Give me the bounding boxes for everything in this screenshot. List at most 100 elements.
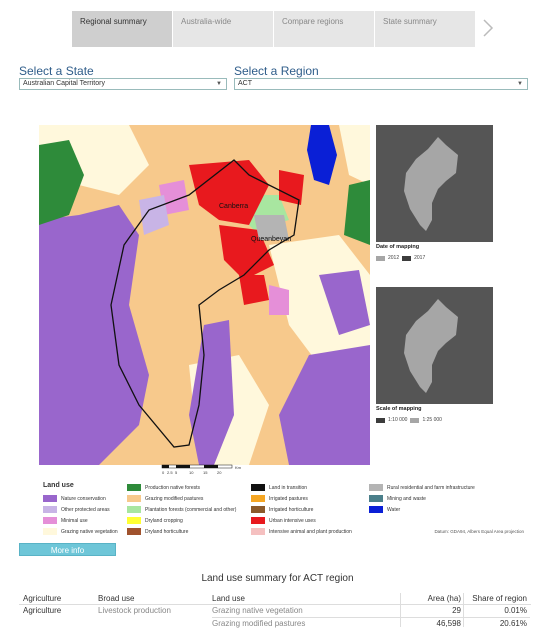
legend-swatch: [43, 495, 57, 502]
scale-of-mapping-legend: 1:10 000 1:25 000: [376, 417, 442, 423]
legend-swatch: [127, 506, 141, 513]
legend-swatch: [251, 517, 265, 524]
legend-title: Land use: [43, 482, 74, 489]
legend-label: Water: [387, 506, 401, 513]
legend-item: Mining and waste: [369, 495, 426, 502]
header-divider: [19, 604, 531, 605]
legend-swatch: [127, 528, 141, 535]
legend-label: Intensive animal and plant production: [269, 528, 352, 535]
scale-tick: 20: [217, 470, 222, 475]
legend-swatch: [127, 484, 141, 491]
legend-swatch: [402, 255, 412, 261]
legend-swatch: [251, 495, 265, 502]
dropdown-arrow-icon: ▼: [517, 81, 523, 87]
legend-swatch: [251, 484, 265, 491]
date-of-mapping-inset: [376, 125, 493, 242]
legend-label: Other protected areas: [61, 506, 110, 513]
legend-swatch: [43, 528, 57, 535]
legend-item: Intensive animal and plant production: [251, 528, 352, 535]
region-select-label: Select a Region: [234, 64, 319, 78]
row-land-use: Grazing native vegetation: [212, 606, 303, 615]
tab-compare-regions[interactable]: Compare regions: [274, 11, 375, 47]
row-share: 0.01%: [504, 606, 527, 615]
legend-item: Land in transition: [251, 484, 307, 491]
legend-item: Dryland horticulture: [127, 528, 188, 535]
legend-label: Dryland horticulture: [145, 528, 189, 535]
state-select-value: Australian Capital Territory: [23, 80, 105, 87]
land-use-map[interactable]: Canberra Queanbeyan: [39, 125, 370, 465]
legend-label: Dryland cropping: [145, 517, 183, 524]
land-use-legend: Land use Nature conservation Other protec…: [39, 478, 530, 538]
legend-swatch: [127, 517, 141, 524]
date-of-mapping-legend: 2012 2017: [376, 255, 425, 261]
map-datum-note: Datum: GDA94, Albers Equal Area projecti…: [434, 529, 524, 534]
legend-item: Urban intensive uses: [251, 517, 316, 524]
column-header-agriculture: Agriculture: [23, 594, 62, 603]
date-of-mapping-title: Date of mapping: [376, 244, 420, 250]
legend-swatch: [43, 517, 57, 524]
legend-swatch: [251, 506, 265, 513]
dashboard-tabs: Regional summary Australia-wide Compare …: [72, 11, 476, 47]
legend-label: Land in transition: [269, 484, 308, 491]
legend-swatch: [251, 528, 265, 535]
legend-label: Mining and waste: [387, 495, 426, 502]
legend-item: Plantation forests (commercial and other…: [127, 506, 236, 513]
legend-label: Urban intensive uses: [269, 517, 316, 524]
more-info-button[interactable]: More info: [19, 543, 116, 556]
tab-state-summary[interactable]: State summary: [375, 11, 476, 47]
legend-label: Grazing native vegetation: [61, 528, 118, 535]
row-agriculture: Agriculture: [23, 606, 62, 615]
scale-tick: 15: [203, 470, 208, 475]
row-area: 29: [452, 606, 461, 615]
chevron-right-icon[interactable]: [482, 18, 494, 38]
tab-regional-summary[interactable]: Regional summary: [72, 11, 173, 47]
legend-item: Grazing modified pastures: [127, 495, 203, 502]
legend-label: Minimal use: [61, 517, 88, 524]
legend-swatch: [376, 417, 385, 423]
map-scale-bar: 0 2.5 5 10 15 20 Km: [161, 464, 242, 475]
column-header-broad-use: Broad use: [98, 594, 135, 603]
legend-item: Irrigated pastures: [251, 495, 308, 502]
legend-label: Nature conservation: [61, 495, 106, 502]
legend-label: Plantation forests (commercial and other…: [145, 506, 237, 513]
legend-item: Other protected areas: [43, 506, 110, 513]
legend-label: Rural residential and farm infrastructur…: [387, 484, 475, 491]
legend-item: Dryland cropping: [127, 517, 183, 524]
legend-label: 2012: [388, 255, 400, 261]
legend-swatch: [369, 495, 383, 502]
column-header-land-use: Land use: [212, 594, 245, 603]
state-select[interactable]: Australian Capital Territory ▼: [19, 78, 227, 90]
legend-label: Grazing modified pastures: [145, 495, 204, 502]
legend-label: Irrigated horticulture: [269, 506, 314, 513]
legend-swatch: [127, 495, 141, 502]
region-select-value: ACT: [238, 80, 252, 87]
legend-label: 2017: [414, 255, 426, 261]
state-select-label: Select a State: [19, 64, 94, 78]
region-select[interactable]: ACT ▼: [234, 78, 528, 90]
legend-swatch: [43, 506, 57, 513]
legend-label: Irrigated pastures: [269, 495, 308, 502]
tab-australia-wide[interactable]: Australia-wide: [173, 11, 274, 47]
scale-tick: 0: [162, 470, 165, 475]
legend-item: Rural residential and farm infrastructur…: [369, 484, 475, 491]
scale-tick: 2.5: [167, 470, 173, 475]
scale-of-mapping-title: Scale of mapping: [376, 406, 422, 412]
legend-swatch: [410, 417, 420, 423]
scale-tick: 5: [175, 470, 178, 475]
legend-swatch: [369, 484, 383, 491]
legend-swatch: [376, 255, 385, 261]
legend-item: Minimal use: [43, 517, 88, 524]
scale-tick: 10: [189, 470, 194, 475]
row-divider: [212, 617, 530, 618]
column-header-area: Area (ha): [427, 594, 461, 603]
legend-label: Production native forests: [145, 484, 201, 491]
scale-of-mapping-inset: [376, 287, 493, 404]
scale-unit: Km: [235, 465, 242, 470]
legend-item: Production native forests: [127, 484, 200, 491]
map-label-queanbeyan: Queanbeyan: [251, 236, 291, 243]
legend-label: 1:25 000: [422, 417, 442, 423]
summary-title: Land use summary for ACT region: [201, 573, 354, 584]
legend-item: Nature conservation: [43, 495, 106, 502]
legend-label: 1:10 000: [388, 417, 408, 423]
dropdown-arrow-icon: ▼: [216, 81, 222, 87]
